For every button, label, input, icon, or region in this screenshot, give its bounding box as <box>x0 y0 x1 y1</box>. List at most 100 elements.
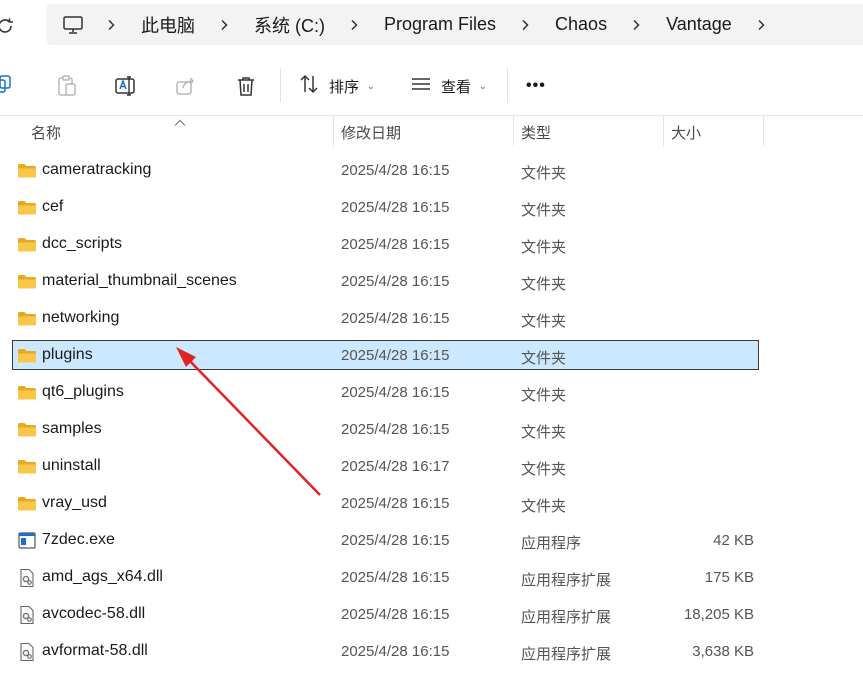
chevron-right-icon[interactable] <box>755 19 767 31</box>
folder-icon <box>17 309 37 329</box>
folder-icon <box>17 272 37 292</box>
file-name: avformat-58.dll <box>42 642 148 659</box>
file-type: 应用程序扩展 <box>521 646 612 663</box>
file-row[interactable]: samples 2025/4/28 16:15 文件夹 <box>12 414 759 444</box>
chevron-down-icon: ⌄ <box>367 80 375 91</box>
breadcrumb-this-pc[interactable]: 此电脑 <box>139 12 197 38</box>
file-size: 18,205 KB <box>683 606 754 623</box>
file-name: dcc_scripts <box>42 235 123 252</box>
file-name: uninstall <box>42 457 101 474</box>
dll-icon <box>17 642 37 662</box>
column-header-row: 名称 修改日期 类型 大小 <box>0 116 863 146</box>
file-modified-date: 2025/4/28 16:15 <box>341 236 450 253</box>
copy-icon[interactable] <box>0 72 16 100</box>
view-list-icon <box>409 72 433 101</box>
share-icon[interactable] <box>174 72 198 100</box>
file-row[interactable]: uninstall 2025/4/28 16:17 文件夹 <box>12 451 759 481</box>
column-divider[interactable] <box>513 116 514 146</box>
file-name: avcodec-58.dll <box>42 605 146 622</box>
file-name: cameratracking <box>42 161 152 178</box>
view-label: 查看 <box>441 78 472 96</box>
file-modified-date: 2025/4/28 16:15 <box>341 569 450 586</box>
breadcrumb-program-files[interactable]: Program Files <box>382 14 498 35</box>
column-divider[interactable] <box>333 116 334 146</box>
file-modified-date: 2025/4/28 16:15 <box>341 384 450 401</box>
file-modified-date: 2025/4/28 16:15 <box>341 310 450 327</box>
column-divider[interactable] <box>763 116 764 146</box>
file-type: 文件夹 <box>521 424 567 441</box>
breadcrumb-vantage[interactable]: Vantage <box>664 14 734 35</box>
file-modified-date: 2025/4/28 16:15 <box>341 347 450 364</box>
delete-icon[interactable] <box>234 72 258 100</box>
more-options-button[interactable]: ••• <box>526 72 546 100</box>
file-row[interactable]: qt6_plugins 2025/4/28 16:15 文件夹 <box>12 377 759 407</box>
toolbar-divider <box>507 68 508 102</box>
address-bar[interactable]: 此电脑 系统 (C:) Program Files Chaos Vantage <box>46 4 863 45</box>
paste-icon[interactable] <box>55 72 79 100</box>
file-name: amd_ags_x64.dll <box>42 568 163 585</box>
file-row[interactable]: networking 2025/4/28 16:15 文件夹 <box>12 303 759 333</box>
refresh-icon[interactable] <box>0 15 16 37</box>
breadcrumb-system-drive[interactable]: 系统 (C:) <box>252 12 327 38</box>
chevron-right-icon[interactable] <box>519 19 531 31</box>
file-row-selected[interactable]: plugins 2025/4/28 16:15 文件夹 <box>12 340 759 370</box>
sort-label: 排序 <box>329 78 360 96</box>
folder-icon <box>17 420 37 440</box>
chevron-right-icon[interactable] <box>630 19 642 31</box>
column-header-type[interactable]: 类型 <box>521 122 551 143</box>
chevron-down-icon: ⌄ <box>479 80 487 91</box>
file-size: 3,638 KB <box>692 643 754 660</box>
file-row[interactable]: cameratracking 2025/4/28 16:15 文件夹 <box>12 155 759 185</box>
file-row[interactable]: amd_ags_x64.dll 2025/4/28 16:15 应用程序扩展 175 … <box>12 562 759 592</box>
view-button[interactable]: 查看 ⌄ <box>409 72 487 100</box>
file-modified-date: 2025/4/28 16:17 <box>341 458 450 475</box>
sort-button[interactable]: 排序 ⌄ <box>297 72 375 100</box>
column-header-name[interactable]: 名称 <box>31 122 61 143</box>
sort-icon <box>297 72 321 101</box>
file-type: 文件夹 <box>521 276 567 293</box>
chevron-right-icon[interactable] <box>218 19 230 31</box>
chevron-right-icon[interactable] <box>105 19 117 31</box>
this-pc-icon[interactable] <box>62 14 84 36</box>
file-name: 7zdec.exe <box>42 531 115 548</box>
toolbar-divider <box>280 68 281 102</box>
file-name: plugins <box>42 346 93 363</box>
file-size: 42 KB <box>713 532 754 549</box>
file-modified-date: 2025/4/28 16:15 <box>341 495 450 512</box>
file-name: cef <box>42 198 64 215</box>
file-row[interactable]: cef 2025/4/28 16:15 文件夹 <box>12 192 759 222</box>
exe-icon <box>17 531 37 551</box>
file-size: 175 KB <box>704 569 754 586</box>
file-type: 应用程序扩展 <box>521 572 612 589</box>
file-row[interactable]: avcodec-58.dll 2025/4/28 16:15 应用程序扩展 18,20… <box>12 599 759 629</box>
folder-icon <box>17 161 37 181</box>
file-name: material_thumbnail_scenes <box>42 272 237 289</box>
file-type: 文件夹 <box>521 239 567 256</box>
file-modified-date: 2025/4/28 16:15 <box>341 162 450 179</box>
file-modified-date: 2025/4/28 16:15 <box>341 606 450 623</box>
column-header-date[interactable]: 修改日期 <box>341 122 401 143</box>
folder-icon <box>17 383 37 403</box>
file-row[interactable]: vray_usd 2025/4/28 16:15 文件夹 <box>12 488 759 518</box>
column-divider[interactable] <box>663 116 664 146</box>
file-name: vray_usd <box>42 494 107 511</box>
file-modified-date: 2025/4/28 16:15 <box>341 643 450 660</box>
sort-ascending-icon <box>174 114 186 132</box>
file-modified-date: 2025/4/28 16:15 <box>341 199 450 216</box>
rename-icon[interactable] <box>114 72 138 100</box>
dll-icon <box>17 605 37 625</box>
file-type: 应用程序扩展 <box>521 609 612 626</box>
folder-icon <box>17 235 37 255</box>
file-type: 文件夹 <box>521 313 567 330</box>
file-type: 文件夹 <box>521 498 567 515</box>
file-name: qt6_plugins <box>42 383 124 400</box>
file-row[interactable]: avformat-58.dll 2025/4/28 16:15 应用程序扩展 3,63… <box>12 636 759 666</box>
file-row[interactable]: material_thumbnail_scenes 2025/4/28 16:15… <box>12 266 759 296</box>
file-row[interactable]: dcc_scripts 2025/4/28 16:15 文件夹 <box>12 229 759 259</box>
column-header-size[interactable]: 大小 <box>671 122 701 143</box>
file-modified-date: 2025/4/28 16:15 <box>341 421 450 438</box>
file-type: 文件夹 <box>521 202 567 219</box>
file-row[interactable]: 7zdec.exe 2025/4/28 16:15 应用程序 42 KB <box>12 525 759 555</box>
chevron-right-icon[interactable] <box>348 19 360 31</box>
breadcrumb-chaos[interactable]: Chaos <box>553 14 609 35</box>
